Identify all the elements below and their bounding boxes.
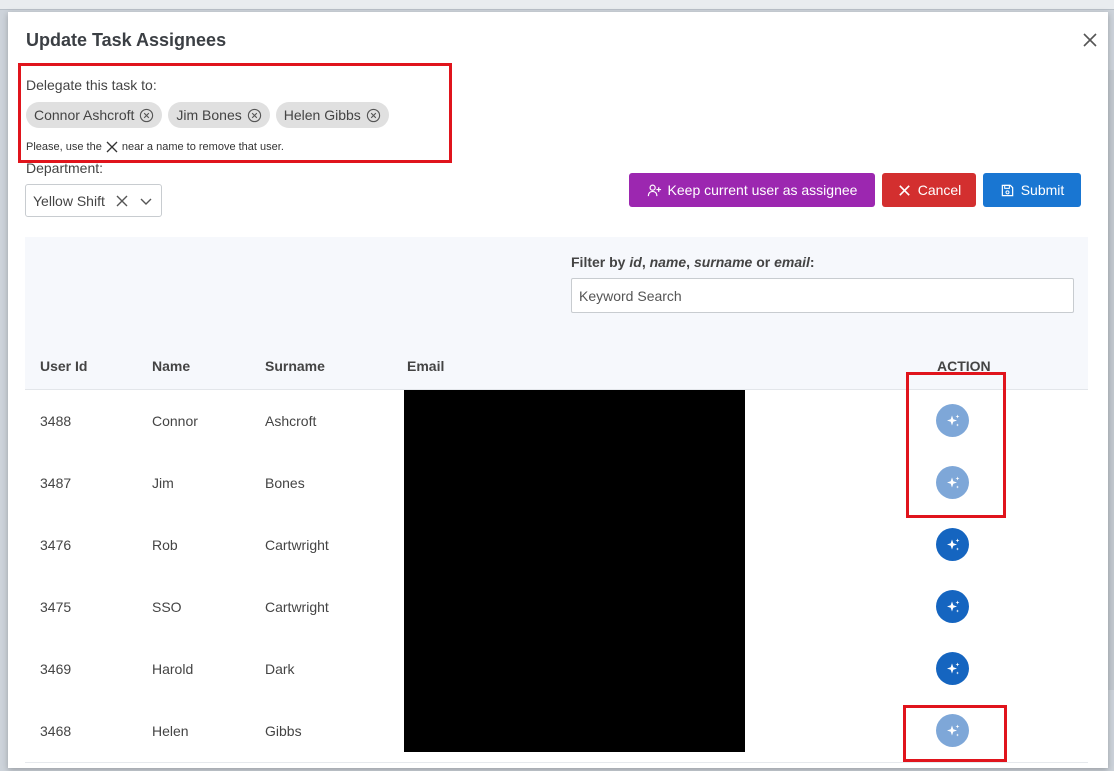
sparkle-icon [946,600,959,612]
filter-or: or [756,254,771,270]
background-page [0,0,1114,10]
sparkle-icon [946,538,959,550]
sparkle-icon [946,724,959,736]
x-icon [898,184,910,196]
cell-surname: Cartwright [265,537,329,553]
sparkle-icon [946,414,959,426]
keep-current-user-button[interactable]: Keep current user as assignee [629,173,875,207]
cell-name: Rob [152,537,178,553]
keyword-search-input[interactable] [571,278,1074,313]
cell-name: Harold [152,661,194,677]
filter-field-id: id [629,254,642,270]
chevron-down-icon[interactable] [137,192,155,210]
header-surname[interactable]: Surname [265,358,325,374]
assign-action-button[interactable] [936,652,969,685]
cell-surname: Cartwright [265,599,329,615]
chip-label: Jim Bones [176,107,242,123]
circle-x-icon[interactable] [139,108,154,123]
assign-action-button[interactable] [936,590,969,623]
person-add-icon [647,184,661,196]
department-label: Department: [26,160,104,176]
filter-colon: : [809,254,815,270]
header-email[interactable]: Email [407,358,444,374]
clear-icon[interactable] [113,192,131,210]
submit-button[interactable]: Submit [983,173,1081,207]
x-icon [106,141,118,153]
cell-user-id: 3475 [40,599,72,615]
filter-panel: Filter by id, name, surname or email: [25,237,1088,341]
keep-button-label: Keep current user as assignee [667,182,858,198]
filter-field-surname: surname [693,254,753,270]
table-header: User Id Name Surname Email ACTION [25,341,1088,390]
assignee-chip: Helen Gibbs [275,102,389,128]
cell-surname: Gibbs [265,723,302,739]
cell-name: SSO [152,599,182,615]
filter-field-email: email [774,254,810,270]
header-action: ACTION [937,358,991,374]
cell-surname: Bones [265,475,305,491]
circle-x-icon[interactable] [366,108,381,123]
cell-user-id: 3476 [40,537,72,553]
submit-button-label: Submit [1020,182,1065,198]
cell-name: Connor [152,413,198,429]
circle-x-icon[interactable] [247,108,262,123]
cell-name: Jim [152,475,174,491]
assign-action-button[interactable] [936,466,969,499]
cell-surname: Dark [265,661,295,677]
cell-user-id: 3468 [40,723,72,739]
assignee-chip-list: Connor Ashcroft Jim Bones Helen Gibbs [26,102,389,128]
cancel-button[interactable]: Cancel [882,173,976,207]
chip-label: Connor Ashcroft [34,107,135,123]
delegate-label: Delegate this task to: [26,77,157,93]
cancel-button-label: Cancel [917,182,962,198]
page-scrollbar[interactable] [1108,70,1114,690]
update-assignees-dialog: Update Task Assignees Delegate this task… [8,12,1108,768]
hint-text-after: near a name to remove that user. [121,141,284,153]
assign-action-button[interactable] [936,528,969,561]
assign-action-button[interactable] [936,404,969,437]
redacted-email-block [404,390,745,752]
header-name[interactable]: Name [152,358,190,374]
close-icon [1083,33,1097,47]
header-user-id[interactable]: User Id [40,358,87,374]
filter-prefix: Filter by [571,254,626,270]
assignee-chip: Jim Bones [168,102,270,128]
sparkle-icon [946,662,959,674]
sparkle-icon [946,476,959,488]
cell-user-id: 3487 [40,475,72,491]
cell-surname: Ashcroft [265,413,317,429]
department-select[interactable]: Yellow Shift [25,184,162,217]
dialog-title: Update Task Assignees [26,30,227,50]
cell-user-id: 3488 [40,413,72,429]
hint-text-before: Please, use the [26,141,102,153]
remove-hint: Please, use the near a name to remove th… [26,140,284,154]
filter-field-name: name [649,254,687,270]
cell-name: Helen [152,723,189,739]
assignee-chip: Connor Ashcroft [26,102,163,128]
assign-action-button[interactable] [936,714,969,747]
filter-label: Filter by id, name, surname or email: [571,254,815,270]
department-value: Yellow Shift [33,192,105,209]
close-button[interactable] [1079,29,1101,51]
cell-user-id: 3469 [40,661,72,677]
save-icon [1001,184,1013,196]
chip-label: Helen Gibbs [283,107,361,123]
